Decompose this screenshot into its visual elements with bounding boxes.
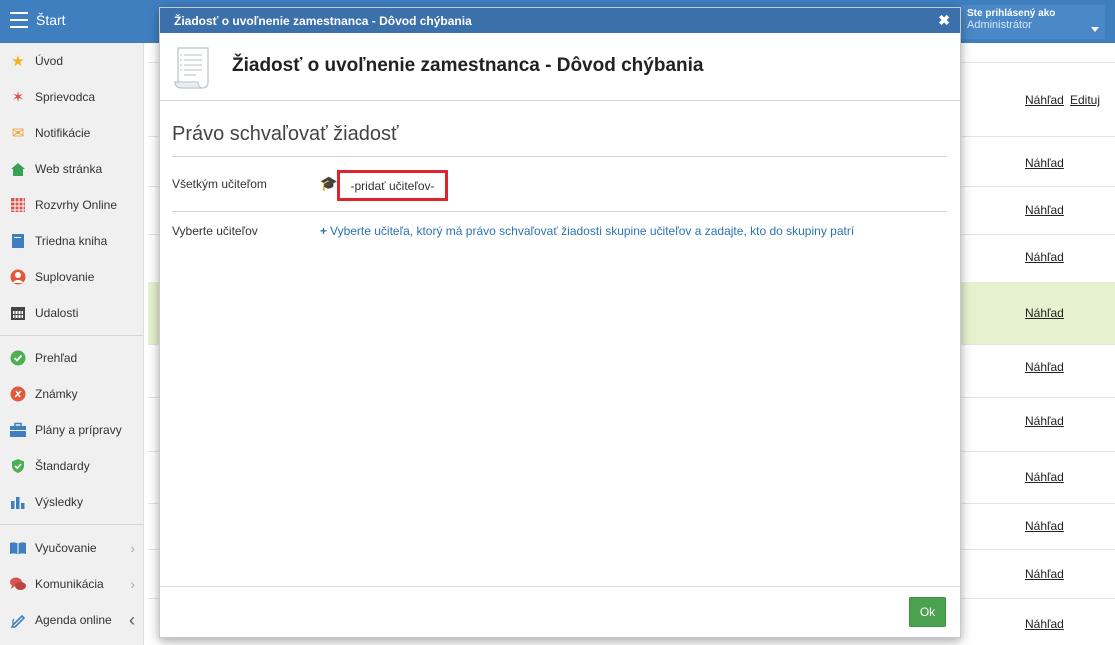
sidebar-divider: [0, 524, 143, 525]
preview-link[interactable]: Náhľad: [1025, 414, 1064, 428]
sidebar-item-label: Plány a prípravy: [35, 423, 122, 437]
sidebar-item-label: Úvod: [35, 54, 64, 68]
modal-header-title: Žiadosť o uvoľnenie zamestnanca - Dôvod …: [174, 14, 472, 28]
sidebar-item-udalosti[interactable]: Udalosti: [0, 295, 143, 331]
divider: [172, 156, 947, 157]
edit-link[interactable]: Edituj: [1070, 93, 1100, 107]
sidebar-item-uvod[interactable]: ★ Úvod: [0, 43, 143, 79]
sidebar-item-komunikacia[interactable]: Komunikácia ›: [0, 566, 143, 602]
user-menu[interactable]: Ste prihlásený ako Administrátor: [961, 5, 1105, 39]
sidebar-item-label: Známky: [35, 387, 78, 401]
preview-link[interactable]: Náhľad: [1025, 93, 1064, 107]
close-icon[interactable]: ✖: [938, 12, 950, 29]
preview-link[interactable]: Náhľad: [1025, 250, 1064, 264]
sidebar-item-web-stranka[interactable]: Web stránka: [0, 151, 143, 187]
chevron-left-icon[interactable]: ‹: [129, 610, 135, 631]
sidebar-item-notifikacie[interactable]: ✉ Notifikácie: [0, 115, 143, 151]
preview-link[interactable]: Náhľad: [1025, 617, 1064, 631]
sidebar-item-label: Komunikácia: [35, 577, 104, 591]
sidebar-item-label: Sprievodca: [35, 90, 96, 104]
house-icon: [8, 159, 28, 179]
sidebar-item-label: Suplovanie: [35, 270, 95, 284]
select-teacher-link-text: Vyberte učiteľa, ktorý má právo schvaľov…: [330, 224, 855, 238]
sidebar: ★ Úvod ✶ Sprievodca ✉ Notifikácie Web st…: [0, 43, 144, 645]
sidebar-item-label: Web stránka: [35, 162, 103, 176]
pen-icon: [8, 610, 28, 630]
all-teachers-label: Všetkým učiteľom: [172, 177, 267, 191]
sidebar-item-prehlad[interactable]: Prehľad: [0, 340, 143, 376]
select-teacher-link[interactable]: + Vyberte učiteľa, ktorý má právo schvaľo…: [320, 224, 854, 238]
sidebar-divider: [0, 335, 143, 336]
sidebar-item-suplovanie[interactable]: Suplovanie: [0, 259, 143, 295]
chat-icon: [8, 574, 28, 594]
open-book-icon: [8, 538, 28, 558]
sidebar-item-label: Agenda online: [35, 613, 112, 627]
section-title: Právo schvaľovať žiadosť: [172, 123, 399, 145]
wand-icon: ✶: [11, 88, 25, 106]
select-teachers-label: Vyberte učiteľov: [172, 224, 258, 238]
modal-footer-divider: [160, 586, 960, 587]
bar-chart-icon: [8, 492, 28, 512]
sidebar-item-sprievodca[interactable]: ✶ Sprievodca: [0, 79, 143, 115]
plus-icon: +: [320, 224, 328, 238]
chevron-right-icon: ›: [130, 540, 135, 556]
sidebar-item-vysledky[interactable]: Výsledky: [0, 484, 143, 520]
modal-dialog: Žiadosť o uvoľnenie zamestnanca - Dôvod …: [159, 7, 961, 638]
envelope-icon: ✉: [11, 124, 25, 142]
preview-link[interactable]: Náhľad: [1025, 203, 1064, 217]
sidebar-item-plany-a-pripravy[interactable]: Plány a prípravy: [0, 412, 143, 448]
graduation-cap-icon: 🎓: [320, 175, 338, 191]
calendar-icon: [8, 303, 28, 323]
sidebar-item-rozvrhy-online[interactable]: Rozvrhy Online: [0, 187, 143, 223]
grade-icon: [8, 384, 28, 404]
user-name: Administrátor: [967, 19, 1032, 31]
sidebar-item-label: Triedna kniha: [35, 234, 108, 248]
sidebar-item-label: Udalosti: [35, 306, 79, 320]
sidebar-item-vyucovanie[interactable]: Vyučovanie ›: [0, 530, 143, 566]
check-circle-icon: [8, 348, 28, 368]
modal-title: Žiadosť o uvoľnenie zamestnanca - Dôvod …: [232, 55, 704, 76]
briefcase-icon: [8, 420, 28, 440]
book-icon: [8, 231, 28, 251]
shield-check-icon: [8, 456, 28, 476]
person-icon: [8, 267, 28, 287]
ok-button[interactable]: Ok: [909, 597, 946, 627]
chevron-right-icon: ›: [130, 576, 135, 592]
divider: [172, 211, 947, 212]
start-link[interactable]: Štart: [36, 12, 66, 28]
sidebar-item-label: Štandardy: [35, 459, 90, 473]
preview-link[interactable]: Náhľad: [1025, 360, 1064, 374]
calendar-grid-icon: [8, 195, 28, 215]
caret-down-icon: [1091, 27, 1099, 32]
sidebar-item-label: Rozvrhy Online: [35, 198, 118, 212]
star-icon: ★: [11, 52, 25, 70]
modal-titlebar: Žiadosť o uvoľnenie zamestnanca - Dôvod …: [160, 33, 960, 101]
sidebar-item-label: Prehľad: [35, 351, 78, 365]
logged-in-as-label: Ste prihlásený ako: [967, 8, 1056, 19]
sidebar-item-znamky[interactable]: Známky: [0, 376, 143, 412]
preview-link[interactable]: Náhľad: [1025, 156, 1064, 170]
modal-header: Žiadosť o uvoľnenie zamestnanca - Dôvod …: [160, 8, 960, 33]
sidebar-item-agenda-online[interactable]: Agenda online ‹: [0, 602, 143, 638]
sidebar-item-standardy[interactable]: Štandardy: [0, 448, 143, 484]
document-icon: [172, 44, 218, 90]
preview-link[interactable]: Náhľad: [1025, 567, 1064, 581]
preview-link[interactable]: Náhľad: [1025, 470, 1064, 484]
preview-link[interactable]: Náhľad: [1025, 306, 1064, 320]
sidebar-item-triedna-kniha[interactable]: Triedna kniha: [0, 223, 143, 259]
preview-link[interactable]: Náhľad: [1025, 519, 1064, 533]
add-teachers-button[interactable]: -pridať učiteľov-: [337, 170, 448, 201]
sidebar-item-label: Notifikácie: [35, 126, 91, 140]
hamburger-menu-icon[interactable]: [10, 12, 28, 28]
sidebar-item-label: Výsledky: [35, 495, 84, 509]
sidebar-item-label: Vyučovanie: [35, 541, 97, 555]
